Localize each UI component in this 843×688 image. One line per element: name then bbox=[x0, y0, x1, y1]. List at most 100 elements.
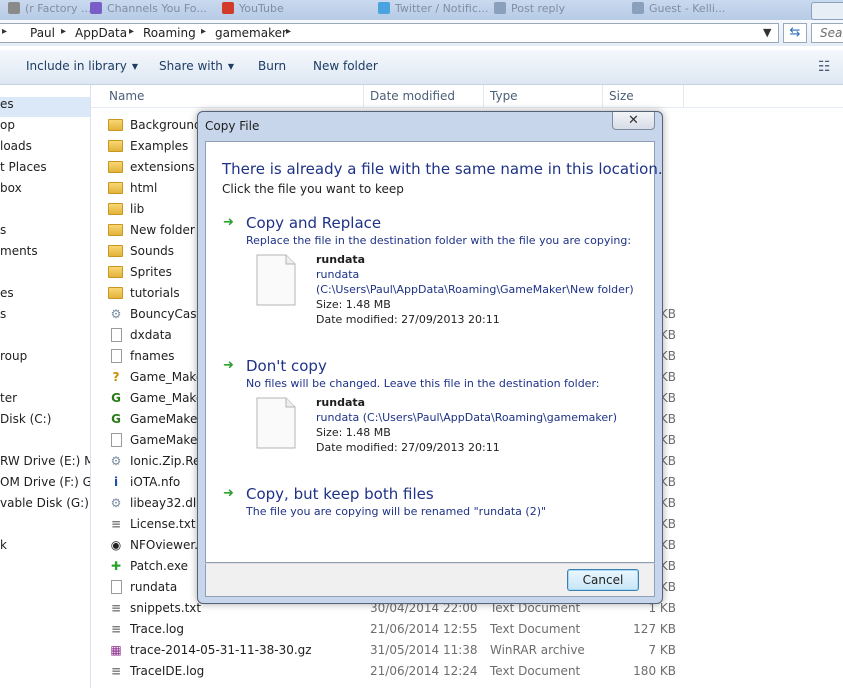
view-options-icon[interactable]: ☷ bbox=[818, 59, 831, 75]
tab-favicon-icon bbox=[222, 2, 234, 14]
option-keep-both[interactable]: ➜ Copy, but keep both files The file you… bbox=[218, 485, 643, 525]
nav-item[interactable]: RW Drive (E:) MAF bbox=[0, 454, 90, 468]
nav-item[interactable]: t Places bbox=[0, 160, 47, 174]
breadcrumb-paul[interactable]: Paul bbox=[30, 26, 55, 40]
nav-item[interactable]: Disk (C:) bbox=[0, 412, 51, 426]
nav-item[interactable]: ments bbox=[0, 244, 38, 258]
folder-icon bbox=[108, 285, 124, 301]
breadcrumb-separator-icon[interactable]: ▸ bbox=[201, 26, 206, 37]
file-type: Text Document bbox=[490, 664, 581, 678]
option-description: No files will be changed. Leave this fil… bbox=[246, 377, 600, 390]
breadcrumb-separator-icon[interactable]: ▸ bbox=[286, 26, 291, 37]
nfo-viewer-icon: ◉ bbox=[110, 538, 122, 552]
nav-item[interactable]: vable Disk (G:) bbox=[0, 496, 89, 510]
breadcrumb-appdata[interactable]: AppData bbox=[75, 26, 127, 40]
column-divider[interactable] bbox=[602, 85, 603, 107]
close-icon[interactable]: ✕ bbox=[612, 112, 655, 130]
nav-item[interactable]: k bbox=[0, 538, 7, 552]
nav-item[interactable]: box bbox=[0, 181, 22, 195]
browser-tab[interactable]: Post reply bbox=[494, 2, 565, 20]
dialog-title: Copy File bbox=[205, 119, 260, 133]
nav-item[interactable]: s bbox=[0, 223, 6, 237]
folder-shape bbox=[108, 287, 123, 299]
folder-shape bbox=[108, 119, 123, 131]
breadcrumb-roaming[interactable]: Roaming bbox=[143, 26, 196, 40]
browser-tab[interactable]: Channels You Fo... bbox=[90, 2, 207, 20]
nav-item[interactable]: op bbox=[0, 118, 15, 132]
file-path: rundata (C:\Users\Paul\AppData\Roaming\g… bbox=[316, 411, 617, 424]
command-toolbar: Include in library ▼ Share with ▼ Burn New… bbox=[0, 50, 843, 85]
include-in-library-button[interactable]: Include in library ▼ bbox=[26, 59, 138, 73]
file-name: extensions bbox=[130, 160, 195, 174]
chevron-down-icon: ▼ bbox=[131, 62, 139, 71]
nav-item[interactable]: roup bbox=[0, 349, 27, 363]
window-button[interactable] bbox=[811, 2, 843, 20]
file-row[interactable]: ≡ TraceIDE.log 21/06/2014 12:24 Text Docume… bbox=[108, 661, 843, 682]
nav-item[interactable]: OM Drive (F:) Guit bbox=[0, 475, 90, 489]
column-header-name[interactable]: Name bbox=[109, 89, 144, 103]
file-row[interactable]: ▦ trace-2014-05-31-11-38-30.gz 31/05/2014 … bbox=[108, 640, 843, 661]
dll-icon: ⚙ bbox=[110, 496, 122, 510]
burn-button[interactable]: Burn bbox=[258, 59, 286, 73]
column-divider[interactable] bbox=[483, 85, 484, 107]
file-date: 31/05/2014 11:38 bbox=[370, 643, 478, 657]
blank-file-icon bbox=[108, 432, 124, 448]
folder-shape bbox=[108, 245, 123, 257]
file-modified: Date modified: 27/09/2013 20:11 bbox=[316, 313, 500, 326]
folder-icon bbox=[108, 201, 124, 217]
browser-tab-label: Twitter / Notific... bbox=[395, 2, 489, 15]
column-divider[interactable] bbox=[683, 85, 684, 107]
file-info: rundata rundata (C:\Users\Paul\AppData\R… bbox=[316, 395, 617, 455]
green-arrow-icon: ➜ bbox=[223, 215, 234, 230]
option-description: Replace the file in the destination fold… bbox=[246, 234, 632, 247]
copy-file-dialog: Copy File ✕ There is already a file with… bbox=[197, 111, 663, 604]
file-shape bbox=[110, 580, 122, 594]
file-name: Ionic.Zip.Rec bbox=[130, 454, 207, 468]
new-folder-button[interactable]: New folder bbox=[313, 59, 378, 73]
option-dont-copy[interactable]: ➜ Don't copy No files will be changed. L… bbox=[218, 357, 643, 462]
file-name: rundata bbox=[316, 253, 366, 266]
cancel-button[interactable]: Cancel bbox=[567, 569, 639, 591]
option-copy-and-replace[interactable]: ➜ Copy and Replace Replace the file in t… bbox=[218, 214, 643, 334]
text-file-icon: ≡ bbox=[110, 622, 122, 636]
share-with-button[interactable]: Share with ▼ bbox=[159, 59, 234, 73]
option-title: Don't copy bbox=[246, 357, 327, 375]
folder-icon bbox=[108, 117, 124, 133]
breadcrumb-gamemaker[interactable]: gamemaker bbox=[215, 26, 287, 40]
tab-favicon-icon bbox=[632, 2, 644, 14]
search-input[interactable]: Sear bbox=[811, 23, 843, 43]
text-file-icon: ≡ bbox=[110, 517, 122, 531]
green-arrow-icon: ➜ bbox=[223, 486, 234, 501]
folder-shape bbox=[108, 266, 123, 278]
column-header-type[interactable]: Type bbox=[490, 89, 518, 103]
folder-shape bbox=[108, 203, 123, 215]
file-size: Size: 1.48 MB bbox=[316, 298, 391, 311]
nav-item[interactable]: es bbox=[0, 286, 14, 300]
refresh-icon[interactable]: ⇆ bbox=[783, 23, 807, 43]
column-divider[interactable] bbox=[363, 85, 364, 107]
nav-item[interactable]: ter bbox=[0, 391, 17, 405]
breadcrumb-separator-icon[interactable]: ▸ bbox=[61, 26, 66, 37]
address-bar[interactable]: ▸ Paul ▸ AppData ▸ Roaming ▸ gamemaker ▸… bbox=[0, 23, 779, 43]
folder-shape bbox=[108, 161, 123, 173]
nav-item[interactable]: s bbox=[0, 307, 6, 321]
browser-tab[interactable]: YouTube bbox=[222, 2, 284, 20]
folder-icon bbox=[108, 180, 124, 196]
navigation-pane[interactable]: es op loads t Places box s ments es s roup ter Disk… bbox=[0, 85, 91, 688]
nav-item[interactable]: es bbox=[0, 97, 14, 111]
file-name: rundata bbox=[316, 396, 366, 409]
file-row[interactable]: ≡ Trace.log 21/06/2014 12:55 Text Document 1… bbox=[108, 619, 843, 640]
file-icon bbox=[256, 397, 296, 449]
file-name: License.txt bbox=[130, 517, 196, 531]
breadcrumb-separator-icon[interactable]: ▸ bbox=[2, 26, 7, 37]
breadcrumb-separator-icon[interactable]: ▸ bbox=[129, 26, 134, 37]
file-name: Sprites bbox=[130, 265, 172, 279]
browser-tab[interactable]: (r Factory ... bbox=[8, 2, 91, 20]
column-header-size[interactable]: Size bbox=[609, 89, 634, 103]
nav-item[interactable]: loads bbox=[0, 139, 32, 153]
nfo-file-icon: i bbox=[113, 475, 119, 489]
browser-tab[interactable]: Twitter / Notific... bbox=[378, 2, 488, 20]
address-dropdown-icon[interactable]: ▼ bbox=[763, 26, 771, 39]
column-header-date[interactable]: Date modified bbox=[370, 89, 455, 103]
browser-tab[interactable]: Guest - Kelli... bbox=[632, 2, 725, 20]
